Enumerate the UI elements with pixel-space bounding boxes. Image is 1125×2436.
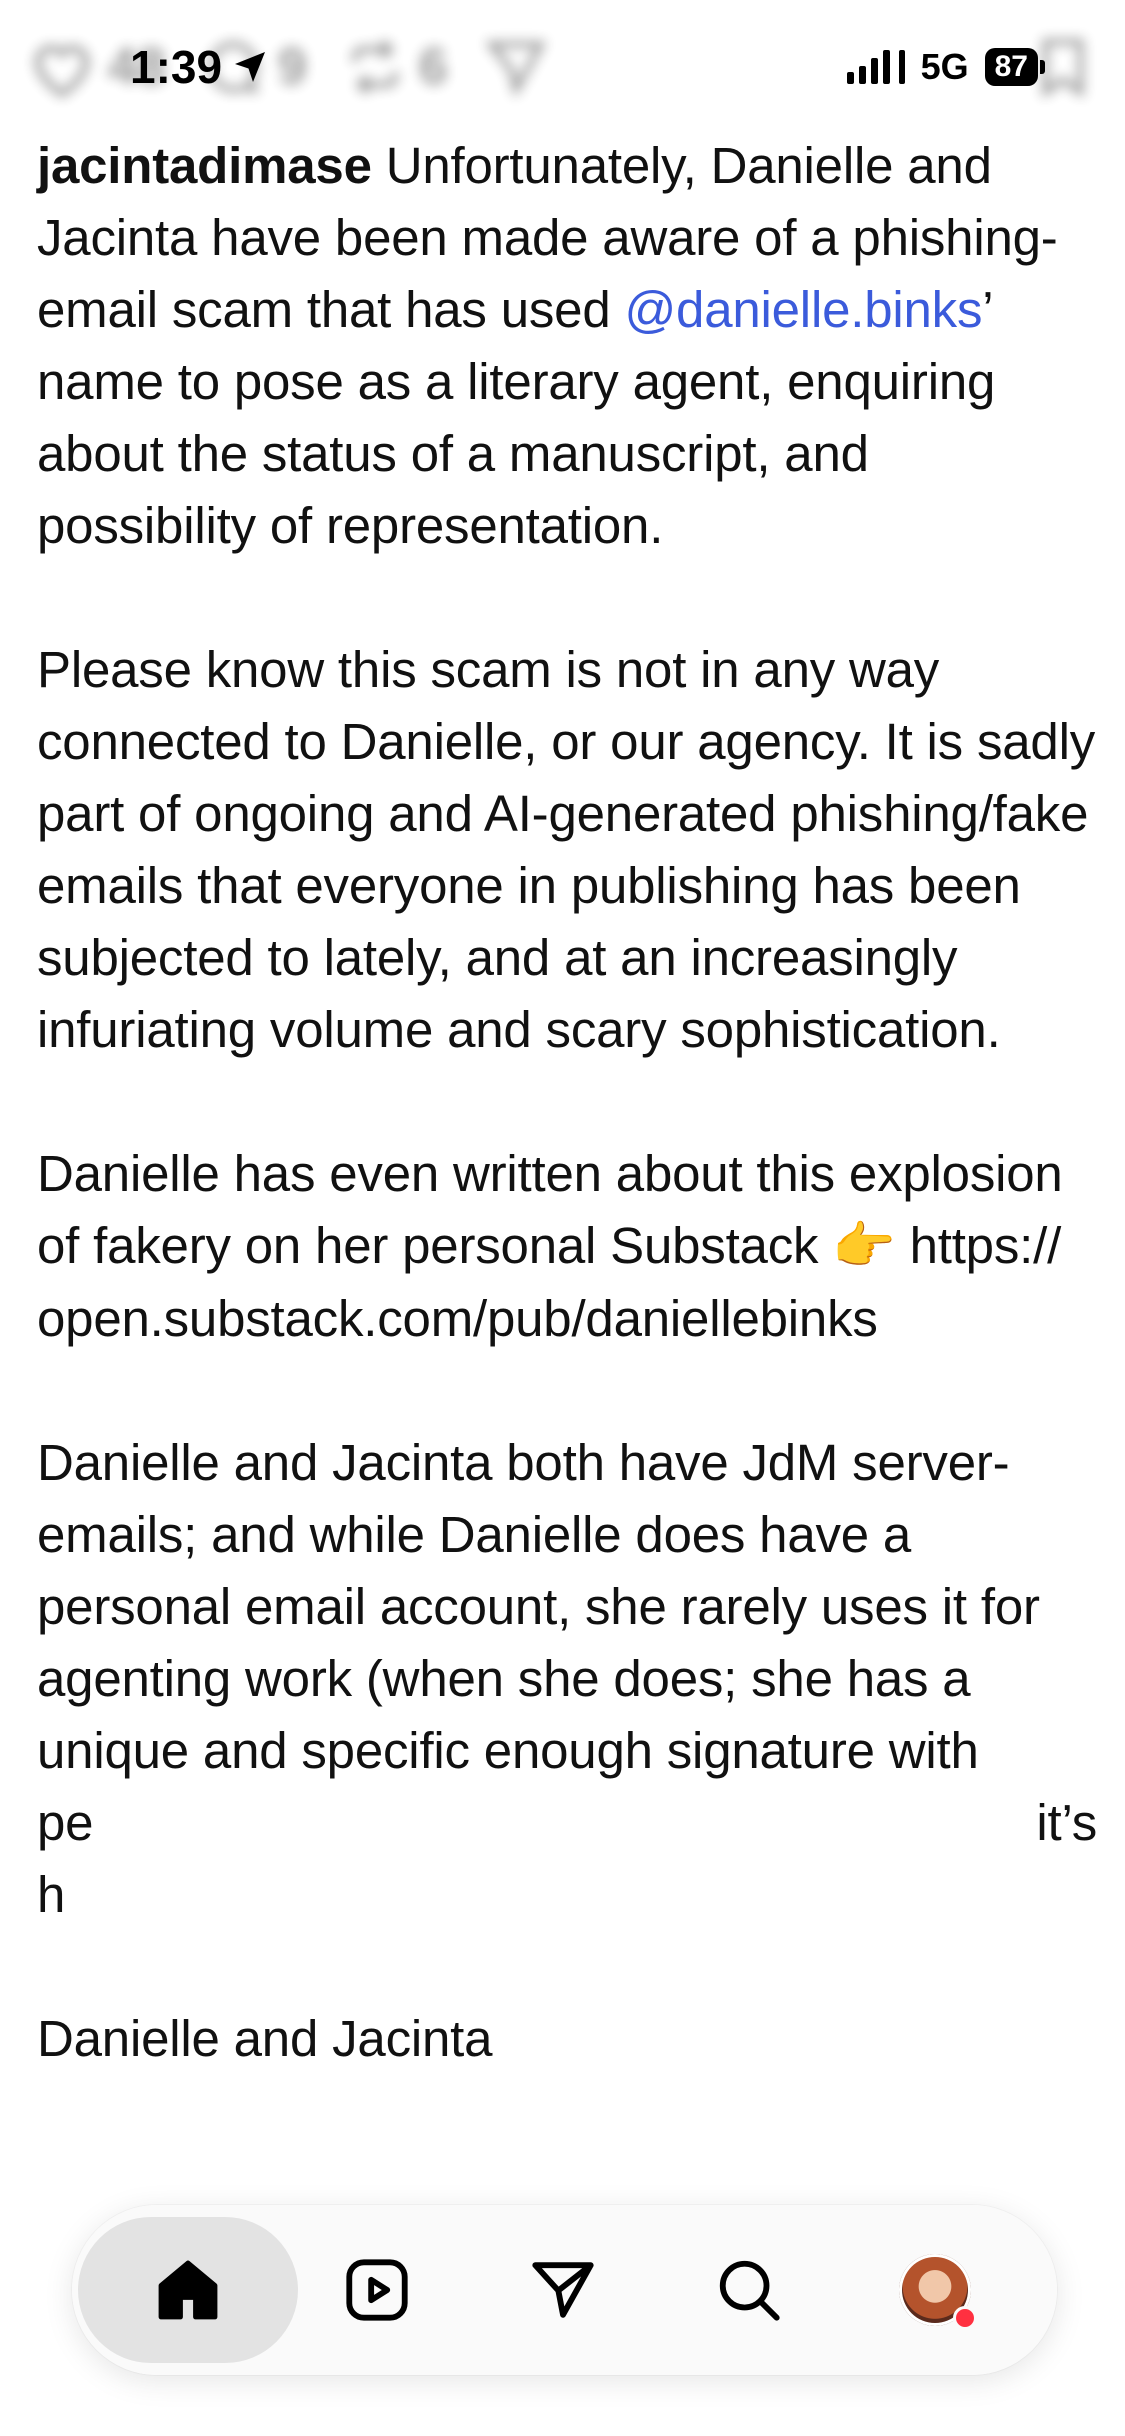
comment-count: 9 — [277, 38, 307, 96]
status-indicators: 5G 87 — [846, 46, 1045, 88]
caption-paragraph-4: Danielle and Jacinta both have JdM serve… — [37, 1427, 1097, 1931]
share-action[interactable] — [485, 37, 546, 97]
profile-avatar — [899, 2254, 977, 2330]
cellular-signal-icon — [846, 50, 905, 84]
caption-fragment: pe — [37, 1794, 94, 1851]
video-icon — [346, 2259, 408, 2321]
network-type: 5G — [920, 46, 969, 87]
caption-paragraph-5: Danielle and Jacinta — [37, 2010, 493, 2067]
tab-reels[interactable] — [304, 2217, 450, 2363]
home-icon — [158, 2260, 218, 2320]
battery-icon: 87 — [984, 48, 1038, 86]
send-icon — [485, 41, 546, 97]
battery-tip — [1040, 60, 1045, 74]
send-icon — [532, 2262, 594, 2318]
caption-fragment: it’s — [1036, 1794, 1097, 1851]
repost-icon — [351, 39, 398, 95]
mention-link[interactable]: @danielle.binks — [624, 281, 982, 338]
notification-dot — [953, 2306, 977, 2330]
location-arrow-icon — [235, 52, 266, 82]
tab-search[interactable] — [676, 2217, 822, 2363]
tab-home[interactable] — [78, 2217, 298, 2363]
tab-profile[interactable] — [862, 2217, 1008, 2363]
caption-fragment: h — [37, 1866, 66, 1923]
post-caption: jacintadimase Unfortunately, Danielle an… — [37, 130, 1097, 2147]
caption-paragraph-2: Please know this scam is not in any way … — [37, 641, 1096, 1058]
heart-icon — [34, 45, 90, 97]
tab-direct[interactable] — [490, 2217, 636, 2363]
time-text: 1:39 — [130, 41, 223, 93]
status-time: 1:39 — [130, 40, 268, 94]
bottom-tab-bar — [72, 2205, 1057, 2375]
repost-action[interactable]: 6 — [345, 37, 448, 97]
search-icon — [719, 2260, 780, 2321]
status-bar: 48 9 6 1:39 5G 87 — [0, 0, 1125, 140]
repost-count: 6 — [418, 38, 448, 96]
post-username[interactable]: jacintadimase — [37, 137, 372, 194]
pointing-hand-emoji: 👉 — [832, 1217, 896, 1276]
caption-paragraph-1: jacintadimase Unfortunately, Danielle an… — [37, 130, 1097, 562]
caption-text: Danielle and Jacinta both have JdM serve… — [37, 1434, 1040, 1779]
caption-paragraph-3: Danielle has even written about this exp… — [37, 1138, 1097, 1355]
